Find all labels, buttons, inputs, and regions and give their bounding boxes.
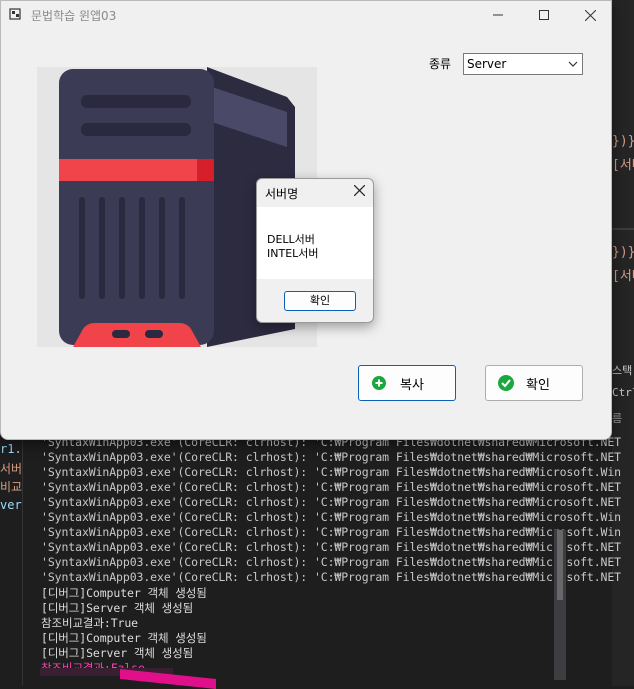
maximize-icon — [539, 10, 549, 20]
output-line: 'SyntaxWinApp03.exe'(CoreCLR: clrhost): … — [41, 525, 622, 539]
copy-button[interactable]: 복사 — [358, 365, 456, 401]
kind-select[interactable]: Server — [463, 53, 583, 75]
output-line: 'SyntaxWinApp03.exe'(CoreCLR: clrhost): … — [41, 540, 622, 554]
column-header: 름 — [612, 412, 623, 425]
output-panel: 'SyntaxWinApp03.exe'(CoreCLR: clrhost): … — [22, 435, 621, 686]
output-line: 'SyntaxWinApp03.exe'(CoreCLR: clrhost): … — [41, 465, 622, 479]
output-line: [디버그]Server 객체 생성됨 — [41, 646, 194, 660]
code-fragment: [서버 — [612, 158, 634, 173]
plus-circle-icon — [372, 376, 386, 390]
close-icon[interactable] — [354, 185, 365, 196]
dialog-ok-button[interactable]: 확인 — [284, 291, 356, 311]
check-circle-icon — [498, 375, 514, 391]
dialog-title: 서버명 — [265, 187, 299, 201]
code-fragment: 비교 — [0, 480, 23, 494]
code-fragment: })}" — [612, 245, 634, 260]
code-fragment: })}" — [612, 134, 634, 149]
dialog-body: DELL서버 INTEL서버 — [257, 207, 373, 279]
chevron-down-icon — [568, 61, 578, 67]
output-line: 'SyntaxWinApp03.exe'(CoreCLR: clrhost): … — [41, 495, 622, 509]
close-icon — [584, 9, 596, 21]
panel-tab-label[interactable]: Ctrl — [612, 386, 634, 399]
output-line: 'SyntaxWinApp03.exe'(CoreCLR: clrhost): … — [41, 555, 622, 569]
output-line: 참조비교결과:True — [41, 616, 138, 630]
output-line: 'SyntaxWinApp03.exe'(CoreCLR: clrhost): … — [41, 570, 622, 584]
kind-select-value: Server — [467, 57, 507, 71]
output-line: [디버그]Server 객체 생성됨 — [41, 601, 194, 615]
output-line: 'SyntaxWinApp03.exe'(CoreCLR: clrhost): … — [41, 510, 622, 524]
dialog-message-line: INTEL서버 — [267, 247, 319, 260]
code-fragment: 서버 — [0, 462, 23, 476]
confirm-button[interactable]: 확인 — [485, 365, 583, 401]
minimize-button[interactable] — [475, 1, 521, 29]
kind-label: 종류 — [429, 57, 452, 71]
scrollbar-thumb[interactable] — [557, 530, 563, 600]
server-name-dialog: 서버명 DELL서버 INTEL서버 확인 — [256, 178, 374, 323]
divider — [612, 228, 634, 230]
panel-tab-label[interactable]: 스택 — [612, 362, 632, 378]
code-fragment: r1. — [0, 442, 22, 456]
maximize-button[interactable] — [521, 1, 567, 29]
output-scrollbar[interactable] — [554, 530, 566, 680]
confirm-button-label: 확인 — [526, 377, 550, 393]
window-title: 문법학습 윈앱03 — [31, 9, 117, 23]
app-icon — [9, 8, 21, 20]
output-line: 'SyntaxWinApp03.exe'(CoreCLR: clrhost): … — [41, 480, 622, 494]
code-fragment: ver — [0, 498, 22, 512]
ide-left-panel: r1. 서버 비교 ver — [0, 440, 22, 686]
title-bar[interactable]: 문법학습 윈앱03 — [1, 1, 611, 29]
output-line: 'SyntaxWinApp03.exe'(CoreCLR: clrhost): … — [41, 450, 622, 464]
close-button[interactable] — [567, 1, 613, 29]
minimize-icon — [493, 14, 503, 16]
output-line: [디버그]Computer 객체 생성됨 — [41, 631, 207, 645]
output-line: [디버그]Computer 객체 생성됨 — [41, 586, 207, 600]
pen-highlight-mark — [40, 668, 216, 689]
code-fragment: [서버 — [612, 269, 634, 284]
copy-button-label: 복사 — [400, 377, 424, 393]
